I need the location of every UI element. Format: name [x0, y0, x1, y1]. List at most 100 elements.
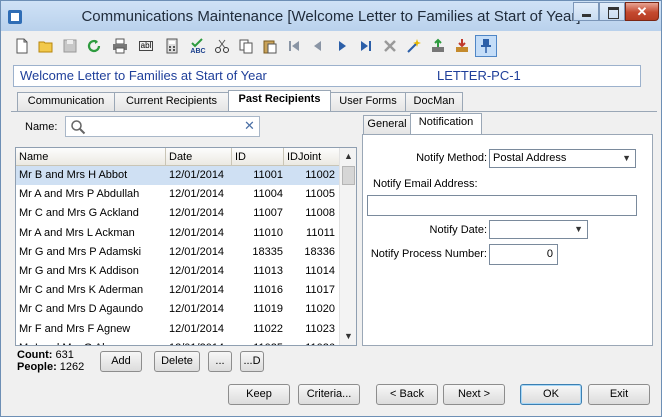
cell-name: Mr B and Mrs H Abbot: [19, 169, 128, 181]
keep-button[interactable]: Keep: [228, 384, 290, 405]
refresh-icon[interactable]: [83, 35, 105, 57]
grid-vertical-scrollbar[interactable]: ▲ ▼: [339, 148, 356, 345]
cell-idjoint: 11023: [305, 322, 335, 335]
cell-id: 11025: [235, 339, 283, 345]
cell-date: 12/01/2014: [169, 169, 225, 181]
first-record-icon[interactable]: [283, 35, 305, 57]
scroll-thumb[interactable]: [342, 166, 355, 185]
cell-idjoint: 11026: [286, 339, 335, 345]
delete-button[interactable]: Delete: [154, 351, 200, 372]
notify-method-select[interactable]: Postal Address ▼: [489, 149, 636, 168]
tab-general[interactable]: General: [363, 115, 411, 134]
tab-user-forms[interactable]: User Forms: [330, 92, 406, 111]
table-row[interactable]: Mr F and Mrs F Agnew 12/01/2014 11022 11023: [16, 320, 339, 339]
import-icon[interactable]: [451, 35, 473, 57]
title-bar: Communications Maintenance [Welcome Lett…: [1, 1, 661, 31]
cell-name: Mr I and Mrs G Ahern: [19, 339, 165, 345]
communications-maintenance-window: Communications Maintenance [Welcome Lett…: [0, 0, 662, 417]
add-button[interactable]: Add: [100, 351, 142, 372]
ellipsis-d-button[interactable]: ...D: [240, 351, 264, 372]
scroll-up-arrow-icon[interactable]: ▲: [340, 148, 357, 165]
table-row[interactable]: Mr C and Mrs G Ackland 12/01/2014 11007 110…: [16, 204, 339, 223]
ellipsis-button[interactable]: ...: [208, 351, 232, 372]
copy-icon[interactable]: [235, 35, 257, 57]
cell-id: 11016: [253, 284, 283, 297]
cell-date: 12/01/2014: [169, 284, 225, 297]
last-record-icon[interactable]: [355, 35, 377, 57]
scroll-down-arrow-icon[interactable]: ▼: [340, 328, 357, 345]
cell-idjoint: 11005: [305, 188, 335, 201]
ok-button[interactable]: OK: [520, 384, 582, 405]
wizard-icon[interactable]: [403, 35, 425, 57]
name-search-box: ✕: [65, 116, 260, 137]
maximize-button[interactable]: [599, 2, 625, 21]
cell-id: 18335: [252, 245, 283, 258]
column-header-id[interactable]: ID: [232, 148, 284, 166]
export-icon[interactable]: [427, 35, 449, 57]
delete-icon[interactable]: [379, 35, 401, 57]
context-bar: Welcome Letter to Families at Start of Y…: [13, 65, 641, 87]
new-document-icon[interactable]: [11, 35, 33, 57]
notify-date-label: Notify Date:: [429, 224, 487, 236]
cell-id: 11001: [253, 169, 283, 181]
cell-name: Mr C and Mrs D Agaundo: [19, 303, 144, 316]
open-folder-icon[interactable]: [35, 35, 57, 57]
cell-date: 12/01/2014: [169, 322, 225, 335]
detail-tabs: General Notification: [363, 113, 653, 134]
count-value: 631: [55, 349, 74, 361]
tab-docman[interactable]: DocMan: [405, 92, 463, 111]
cell-name: Mr G and Mrs K Addison: [19, 265, 139, 277]
next-record-icon[interactable]: [331, 35, 353, 57]
exit-button[interactable]: Exit: [588, 384, 650, 405]
close-button[interactable]: ✕: [625, 2, 659, 21]
notify-process-number-input[interactable]: 0: [489, 244, 558, 265]
paste-icon[interactable]: [259, 35, 281, 57]
notify-method-label: Notify Method:: [416, 152, 487, 164]
previous-record-icon[interactable]: [307, 35, 329, 57]
table-row[interactable]: Mr A and Mrs L Ackman 12/01/2014 11010 1101…: [16, 224, 339, 243]
back-button[interactable]: < Back: [376, 384, 438, 405]
table-row[interactable]: Mr C and Mrs K Aderman 12/01/2014 11016 110…: [16, 281, 339, 300]
cell-idjoint: 11011: [306, 226, 335, 239]
table-row[interactable]: Mr C and Mrs D Agaundo 12/01/2014 11019 110…: [16, 300, 339, 319]
people-value: 1262: [59, 361, 85, 373]
tab-communication[interactable]: Communication: [17, 92, 115, 111]
name-search-input[interactable]: [90, 119, 230, 134]
table-row[interactable]: Mr I and Mrs G Ahern 12/01/2014 1102511026: [16, 339, 339, 345]
chevron-down-icon: ▼: [574, 224, 583, 234]
count-label: Count:: [17, 349, 53, 361]
clear-search-icon[interactable]: ✕: [244, 118, 255, 134]
table-row[interactable]: Mr G and Mrs K Addison 12/01/2014 11013 110…: [16, 262, 339, 281]
calculator-icon[interactable]: [161, 35, 183, 57]
minimize-button[interactable]: [573, 2, 599, 21]
notify-date-picker[interactable]: ▼: [489, 220, 588, 239]
cell-date: 12/01/2014: [169, 188, 225, 201]
window-title: Communications Maintenance [Welcome Lett…: [81, 8, 581, 25]
column-header-idjoint[interactable]: IDJoint: [284, 148, 339, 166]
table-row[interactable]: Mr G and Mrs P Adamski 12/01/2014 18335 183…: [16, 243, 339, 262]
cell-id: 11022: [253, 322, 283, 335]
next-button[interactable]: Next >: [443, 384, 505, 405]
tab-past-recipients[interactable]: Past Recipients: [228, 90, 331, 111]
cell-idjoint: 18336: [304, 245, 335, 258]
notify-email-input[interactable]: [367, 195, 637, 216]
recipient-counts: Count: 631 People: 1262: [17, 349, 84, 373]
criteria-button[interactable]: Criteria...: [298, 384, 360, 405]
pin-icon[interactable]: [475, 35, 497, 57]
cell-date: 12/01/2014: [169, 245, 225, 258]
save-icon[interactable]: [59, 35, 81, 57]
table-row[interactable]: Mr A and Mrs P Abdullah 12/01/2014 11004 11…: [16, 185, 339, 204]
cut-icon[interactable]: [211, 35, 233, 57]
cell-date: 12/01/2014: [169, 339, 231, 345]
tab-current-recipients[interactable]: Current Recipients: [114, 92, 229, 111]
tab-notification[interactable]: Notification: [410, 113, 482, 134]
column-header-date[interactable]: Date: [166, 148, 232, 166]
spell-check-icon[interactable]: ABC: [187, 35, 209, 57]
column-header-name[interactable]: Name: [16, 148, 166, 166]
cell-date: 12/01/2014: [169, 303, 225, 316]
table-row[interactable]: Mr B and Mrs H Abbot 12/01/2014 11001 11002: [16, 166, 339, 186]
cell-name: Mr C and Mrs K Aderman: [19, 284, 144, 297]
abl-icon[interactable]: abl: [135, 35, 157, 57]
print-icon[interactable]: [109, 35, 131, 57]
cell-id: 11007: [253, 207, 283, 220]
